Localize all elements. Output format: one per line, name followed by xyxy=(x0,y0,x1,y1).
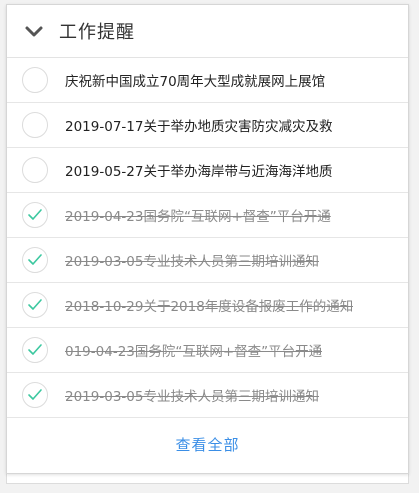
task-label[interactable]: 2019-04-23国务院“互联网+督查”平台开通 xyxy=(65,205,331,225)
task-label[interactable]: 019-04-23国务院“互联网+督查”平台开通 xyxy=(65,340,322,360)
task-item[interactable]: 019-04-23国务院“互联网+督查”平台开通 xyxy=(7,328,408,373)
task-label[interactable]: 庆祝新中国成立70周年大型成就展网上展馆 xyxy=(65,70,325,90)
task-label[interactable]: 2019-03-05专业技术人员第三期培训通知 xyxy=(65,250,319,270)
checked-circle-icon[interactable] xyxy=(22,247,48,273)
task-item[interactable]: 庆祝新中国成立70周年大型成就展网上展馆 xyxy=(7,58,408,103)
unchecked-circle-icon[interactable] xyxy=(22,157,48,183)
checked-circle-icon[interactable] xyxy=(22,337,48,363)
task-label[interactable]: 2019-03-05专业技术人员第三期培训通知 xyxy=(65,385,319,405)
panel-header[interactable]: 工作提醒 xyxy=(7,5,408,58)
task-label[interactable]: 2018-10-29关于2018年度设备报废工作的通知 xyxy=(65,295,353,315)
task-item[interactable]: 2018-10-29关于2018年度设备报废工作的通知 xyxy=(7,283,408,328)
checked-circle-icon[interactable] xyxy=(22,292,48,318)
task-label[interactable]: 2019-07-17关于举办地质灾害防灾减灾及救 xyxy=(65,115,332,135)
view-all-link[interactable]: 查看全部 xyxy=(175,434,239,455)
task-label[interactable]: 2019-05-27关于举办海岸带与近海海洋地质 xyxy=(65,160,332,180)
panel-footer: 查看全部 xyxy=(7,418,408,470)
task-item[interactable]: 2019-04-23国务院“互联网+督查”平台开通 xyxy=(7,193,408,238)
task-item[interactable]: 2019-03-05专业技术人员第三期培训通知 xyxy=(7,238,408,283)
reminder-panel-stack: 工作提醒 庆祝新中国成立70周年大型成就展网上展馆 2019-07-17关于举办地… xyxy=(6,4,409,484)
checked-circle-icon[interactable] xyxy=(22,382,48,408)
task-item[interactable]: 2019-03-05专业技术人员第三期培训通知 xyxy=(7,373,408,418)
chevron-down-icon[interactable] xyxy=(23,20,45,42)
task-list: 庆祝新中国成立70周年大型成就展网上展馆 2019-07-17关于举办地质灾害防灾… xyxy=(7,58,408,418)
task-item[interactable]: 2019-07-17关于举办地质灾害防灾减灾及救 xyxy=(7,103,408,148)
unchecked-circle-icon[interactable] xyxy=(22,112,48,138)
unchecked-circle-icon[interactable] xyxy=(22,67,48,93)
task-item[interactable]: 2019-05-27关于举办海岸带与近海海洋地质 xyxy=(7,148,408,193)
checked-circle-icon[interactable] xyxy=(22,202,48,228)
work-reminder-card: 工作提醒 庆祝新中国成立70周年大型成就展网上展馆 2019-07-17关于举办地… xyxy=(6,4,409,474)
panel-title: 工作提醒 xyxy=(59,22,135,43)
